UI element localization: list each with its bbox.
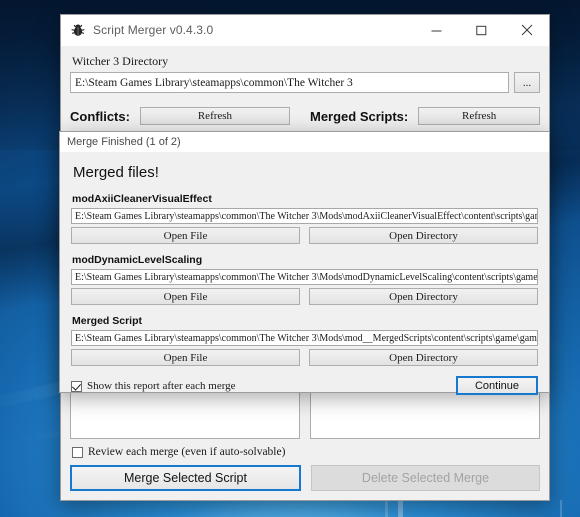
dialog-footer: Show this report after each merge Contin… [71,376,538,404]
directory-row: E:\Steam Games Library\steamapps\common\… [70,72,540,93]
close-icon[interactable] [504,15,549,45]
action-buttons-row: Merge Selected Script Delete Selected Me… [70,465,540,491]
checkbox-icon[interactable] [71,380,82,392]
minimize-icon[interactable] [414,15,459,45]
directory-label: Witcher 3 Directory [72,54,169,68]
open-directory-button[interactable]: Open Directory [309,349,538,366]
merged-script-group: Merged Script E:\Steam Games Library\ste… [71,315,538,366]
lists-header-row: Conflicts: Refresh Merged Scripts: Refre… [70,107,540,125]
file-path-input[interactable]: E:\Steam Games Library\steamapps\common\… [71,269,538,285]
open-file-button[interactable]: Open File [71,349,300,366]
open-directory-button[interactable]: Open Directory [309,288,538,305]
review-each-merge-label: Review each merge (even if auto-solvable… [88,446,286,458]
dialog-titlebar[interactable]: Merge Finished (1 of 2) [60,132,549,152]
merge-selected-script-button[interactable]: Merge Selected Script [70,465,301,491]
checkbox-icon[interactable] [72,447,83,458]
merged-file-group-1: modAxiiCleanerVisualEffect E:\Steam Game… [71,193,538,244]
window-title: Script Merger v0.4.3.0 [93,23,214,37]
refresh-conflicts-button[interactable]: Refresh [139,107,290,125]
file-path-input[interactable]: E:\Steam Games Library\steamapps\common\… [71,208,538,224]
open-directory-button[interactable]: Open Directory [309,227,538,244]
merged-header-group: Merged Scripts: Refresh [310,107,540,125]
wallpaper-seam [560,500,562,517]
continue-button[interactable]: Continue [456,376,538,395]
merged-file-group-2: modDynamicLevelScaling E:\Steam Games Li… [71,254,538,305]
witcher3-directory-input[interactable]: E:\Steam Games Library\steamapps\common\… [70,72,509,93]
open-file-button[interactable]: Open File [71,227,300,244]
conflicts-header-group: Conflicts: Refresh [70,107,300,125]
open-file-button[interactable]: Open File [71,288,300,305]
review-each-merge-row[interactable]: Review each merge (even if auto-solvable… [72,444,540,460]
merge-finished-dialog: Merge Finished (1 of 2) Merged files! mo… [59,131,550,395]
delete-selected-merge-button: Delete Selected Merge [311,465,540,491]
window-titlebar[interactable]: Script Merger v0.4.3.0 [61,15,549,46]
refresh-merged-button[interactable]: Refresh [418,107,540,125]
app-beetle-icon [70,22,86,38]
group-title: modDynamicLevelScaling [72,254,203,266]
dialog-body: Merged files! modAxiiCleanerVisualEffect… [60,152,549,395]
file-path-input[interactable]: E:\Steam Games Library\steamapps\common\… [71,330,538,346]
maximize-icon[interactable] [459,15,504,45]
group-buttons: Open File Open Directory [71,288,538,305]
group-buttons: Open File Open Directory [71,349,538,366]
group-title: modAxiiCleanerVisualEffect [72,193,212,205]
dialog-title-text: Merge Finished (1 of 2) [67,136,181,148]
show-report-label: Show this report after each merge [87,379,236,392]
dialog-heading: Merged files! [73,164,159,181]
group-buttons: Open File Open Directory [71,227,538,244]
conflicts-label: Conflicts: [70,108,130,124]
group-title: Merged Script [72,315,143,327]
show-report-row[interactable]: Show this report after each merge [71,380,236,392]
browse-directory-button[interactable]: ... [514,72,540,93]
merged-scripts-label: Merged Scripts: [310,108,409,124]
